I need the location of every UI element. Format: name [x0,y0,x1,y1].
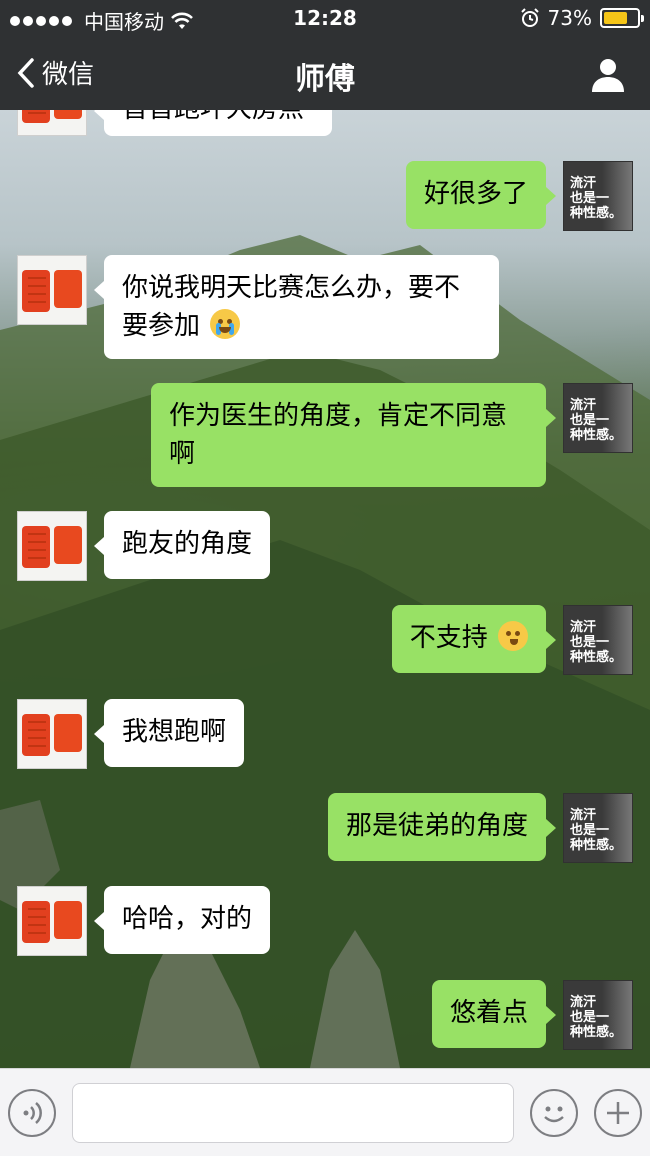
message-bubble[interactable]: 作为医生的角度，肯定不同意 啊 [151,383,556,487]
voice-button[interactable] [8,1089,56,1137]
message-bubble[interactable]: 你说我明天比赛怎么办，要不 要参加 [94,255,499,359]
battery-fill [604,12,628,24]
chat-title: 师傅 [295,62,355,97]
avatar-caption: 流汗 也是一 种性感。 [570,808,623,853]
message-text: 那是徒弟的角度 [345,811,528,841]
jacket-avatar-image [22,901,82,943]
jacket-avatar-image [22,110,82,123]
emoji-button[interactable] [530,1089,578,1137]
message-text-line: 啊 [169,439,196,469]
my-avatar[interactable]: 流汗 也是一 种性感。 [563,980,633,1050]
person-icon[interactable] [588,54,628,94]
message-text: 我想跑啊 [122,717,227,747]
jacket-avatar-image [22,526,82,568]
chat-area[interactable]: 晋晋跑坏大房点 流汗 也是一 种性感。 好很多了 你说我明天比赛怎么办，要不 要… [0,110,650,1068]
message-bubble[interactable]: 不支持 [391,605,557,673]
jacket-avatar-image [22,270,82,312]
contact-avatar[interactable] [17,110,87,136]
contact-avatar[interactable] [17,511,87,581]
alarm-icon [520,8,539,27]
plus-icon [607,1102,629,1124]
message-text-line: 要参加 [122,311,201,341]
status-bar: 中国移动 12:28 73% [0,0,650,36]
my-avatar[interactable]: 流汗 也是一 种性感。 [563,161,633,231]
message-text: 好很多了 [423,179,528,209]
message-bubble[interactable]: 好很多了 [405,161,557,229]
my-avatar[interactable]: 流汗 也是一 种性感。 [563,383,633,453]
avatar-caption: 流汗 也是一 种性感。 [570,995,623,1040]
my-avatar[interactable]: 流汗 也是一 种性感。 [563,793,633,863]
thinking-emoji-icon [498,621,528,651]
message-bubble[interactable]: 那是徒弟的角度 [327,793,557,861]
smiley-icon [544,1106,564,1123]
voice-icon [23,1102,42,1124]
avatar-caption: 流汗 也是一 种性感。 [570,176,623,221]
input-bar [0,1068,650,1156]
message-text: 悠着点 [449,998,528,1028]
message-text: 晋晋跑坏大房点 [122,110,304,124]
avatar-caption: 流汗 也是一 种性感。 [570,398,623,443]
message-text: 跑友的角度 [122,529,253,559]
message-text-line: 你说我明天比赛怎么办，要不 [122,273,461,303]
contact-avatar[interactable] [17,255,87,325]
message-bubble[interactable]: 悠着点 [431,980,557,1048]
message-input[interactable] [72,1083,514,1143]
message-bubble[interactable]: 哈哈，对的 [93,886,271,954]
status-right: 73% [520,6,644,30]
plus-button[interactable] [594,1089,642,1137]
nav-bar: 微信 师傅 [0,36,650,110]
avatar-caption: 流汗 也是一 种性感。 [570,620,623,665]
contact-avatar[interactable] [17,886,87,956]
message-text-line: 作为医生的角度，肯定不同意 [169,401,508,431]
message-bubble[interactable]: 晋晋跑坏大房点 [94,110,332,136]
message-bubble[interactable]: 跑友的角度 [93,511,271,579]
message-text: 哈哈，对的 [122,904,253,934]
battery-percent: 73% [547,6,592,30]
jacket-avatar-image [22,714,82,756]
message-bubble[interactable]: 我想跑啊 [93,699,245,767]
message-text: 不支持 [409,623,488,653]
contact-avatar[interactable] [17,699,87,769]
my-avatar[interactable]: 流汗 也是一 种性感。 [563,605,633,675]
crying-emoji-icon [210,309,241,339]
battery-icon [600,8,644,28]
